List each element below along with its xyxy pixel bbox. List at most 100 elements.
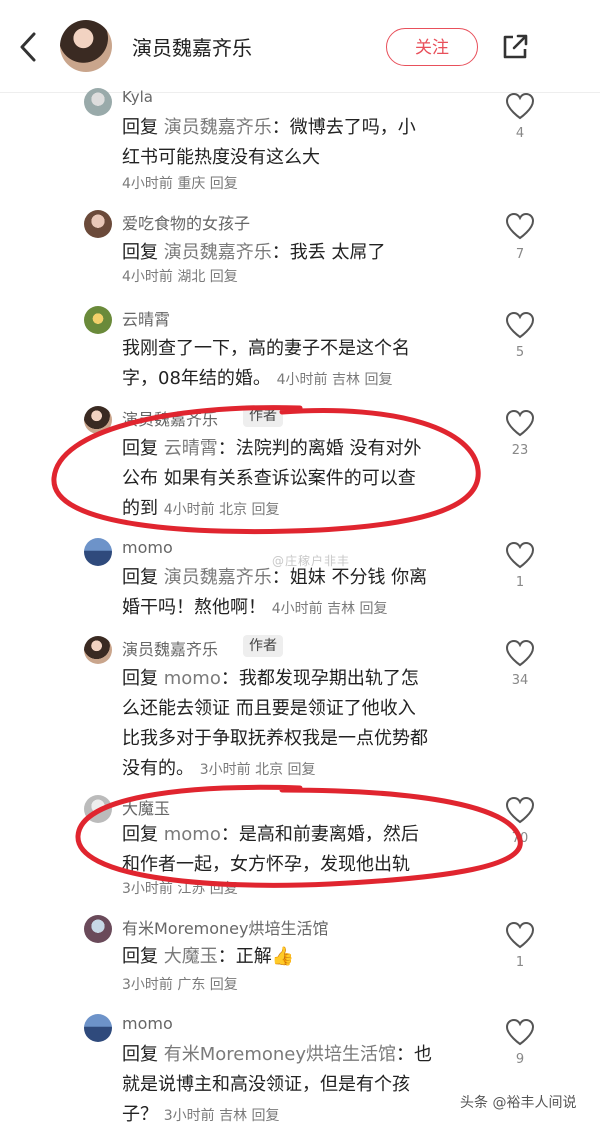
author-avatar[interactable] xyxy=(60,20,112,72)
comment-text: 回复 有米Moremoney烘培生活馆：也 就是说博主和高没领证，但是有个孩 子… xyxy=(122,1040,482,1131)
like-count: 70 xyxy=(511,831,529,846)
like-count: 7 xyxy=(515,247,525,262)
top-bar: 演员魏嘉齐乐 关注 xyxy=(0,0,600,93)
thumbs-up-icon: 👍 xyxy=(271,946,295,967)
reply-target[interactable]: 有米Moremoney烘培生活馆 xyxy=(164,1044,396,1065)
like-count: 1 xyxy=(515,955,525,970)
text-line: ：我丢 太屌了 xyxy=(271,242,386,263)
like-count: 5 xyxy=(515,345,525,360)
comment-text: 回复 momo：我都发现孕期出轨了怎 么还能去领证 而且要是领证了他收入 比我多… xyxy=(122,664,482,785)
follow-button[interactable]: 关注 xyxy=(386,28,478,66)
reply-target[interactable]: 大魔玉 xyxy=(164,946,218,967)
reply-label: 回复 xyxy=(122,117,158,138)
heart-icon[interactable] xyxy=(505,639,535,667)
back-arrow-icon[interactable] xyxy=(14,30,42,64)
reply-label: 回复 xyxy=(122,1044,158,1065)
comment-meta[interactable]: 4小时前 重庆 回复 xyxy=(122,173,238,193)
reply-target[interactable]: momo xyxy=(164,668,221,689)
text-line: 没有的。 xyxy=(122,758,194,779)
commenter-avatar[interactable] xyxy=(84,915,112,943)
author-badge: 作者 xyxy=(243,635,283,657)
reply-label: 回复 xyxy=(122,438,158,459)
heart-icon[interactable] xyxy=(505,921,535,949)
heart-icon[interactable] xyxy=(505,1018,535,1046)
reply-label: 回复 xyxy=(122,668,158,689)
commenter-avatar[interactable] xyxy=(84,538,112,566)
text-line: ：我都发现孕期出轨了怎 xyxy=(220,668,419,689)
commenter-avatar[interactable] xyxy=(84,636,112,664)
text-line: 婚干吗！熬他啊！ xyxy=(122,597,266,618)
commenter-name[interactable]: 云晴霄 xyxy=(122,306,170,330)
comment-meta[interactable]: 3小时前 江苏 回复 xyxy=(122,878,238,898)
text-line: 么还能去领证 而且要是领证了他收入 xyxy=(122,698,416,719)
commenter-name[interactable]: 大魔玉 xyxy=(122,795,170,819)
commenter-avatar[interactable] xyxy=(84,795,112,823)
commenter-name[interactable]: 演员魏嘉齐乐 xyxy=(122,636,218,660)
comment-meta[interactable]: 3小时前 吉林 回复 xyxy=(164,1108,280,1124)
comment-text: 我刚查了一下，高的妻子不是这个名 字，08年结的婚。 4小时前 吉林 回复 xyxy=(122,334,482,395)
reply-target[interactable]: 演员魏嘉齐乐 xyxy=(164,242,272,263)
comment-meta[interactable]: 4小时前 北京 回复 xyxy=(164,502,280,518)
reply-target[interactable]: 演员魏嘉齐乐 xyxy=(164,117,272,138)
like-count: 4 xyxy=(515,126,525,141)
reply-label: 回复 xyxy=(122,824,158,845)
watermark-bottom-right: 头条 @裕丰人间说 xyxy=(460,1095,577,1111)
commenter-name[interactable]: 演员魏嘉齐乐 xyxy=(122,406,218,430)
commenter-name[interactable]: momo xyxy=(122,538,173,557)
commenter-name[interactable]: 有米Moremoney烘培生活馆 xyxy=(122,915,329,939)
heart-icon[interactable] xyxy=(505,409,535,437)
commenter-avatar[interactable] xyxy=(84,306,112,334)
comment-meta[interactable]: 4小时前 湖北 回复 xyxy=(122,266,238,286)
reply-label: 回复 xyxy=(122,242,158,263)
comment-text: 回复 大魔玉：正解👍 xyxy=(122,942,482,972)
text-line: 就是说博主和高没领证，但是有个孩 xyxy=(122,1074,410,1095)
reply-label: 回复 xyxy=(122,946,158,967)
author-name[interactable]: 演员魏嘉齐乐 xyxy=(132,32,252,61)
comment-meta[interactable]: 3小时前 广东 回复 xyxy=(122,974,238,994)
text-line: 和作者一起，女方怀孕，发现他出轨 xyxy=(122,854,410,875)
commenter-avatar[interactable] xyxy=(84,406,112,434)
text-line: ：是高和前妻离婚，然后 xyxy=(220,824,419,845)
text-line: 的到 xyxy=(122,498,158,519)
like-count: 23 xyxy=(511,443,529,458)
text-line: ：法院判的离婚 没有对外 xyxy=(217,438,422,459)
text-line: ：也 xyxy=(396,1044,433,1065)
watermark-center: @庄稼户非丰 xyxy=(272,554,351,568)
text-line: 公布 如果有关系查诉讼案件的可以查 xyxy=(122,468,416,489)
author-badge: 作者 xyxy=(243,405,283,427)
reply-label: 回复 xyxy=(122,567,158,588)
commenter-name[interactable]: 爱吃食物的女孩子 xyxy=(122,210,250,234)
comment-meta[interactable]: 4小时前 吉林 回复 xyxy=(277,372,393,388)
like-count: 34 xyxy=(511,673,529,688)
reply-target[interactable]: 演员魏嘉齐乐 xyxy=(164,567,272,588)
text-line: 红书可能热度没有这么大 xyxy=(122,147,320,168)
text-line: ：微博去了吗，小 xyxy=(271,117,416,138)
comment-text: 回复 演员魏嘉齐乐：微博去了吗，小 红书可能热度没有这么大 xyxy=(122,113,482,173)
commenter-avatar[interactable] xyxy=(84,210,112,238)
comment-meta[interactable]: 4小时前 吉林 回复 xyxy=(272,601,388,617)
commenter-name[interactable]: momo xyxy=(122,1014,173,1033)
reply-target[interactable]: momo xyxy=(164,824,221,845)
heart-icon[interactable] xyxy=(505,311,535,339)
comment-text: 回复 云晴霄：法院判的离婚 没有对外 公布 如果有关系查诉讼案件的可以查 的到 … xyxy=(122,434,482,525)
heart-icon[interactable] xyxy=(505,796,535,824)
reply-target[interactable]: 云晴霄 xyxy=(164,438,218,459)
commenter-avatar[interactable] xyxy=(84,88,112,116)
like-count: 9 xyxy=(515,1052,525,1067)
text-line: ：正解 xyxy=(217,946,272,967)
comment-text: 回复 演员魏嘉齐乐：姐妹 不分钱 你离 婚干吗！熬他啊！ 4小时前 吉林 回复 xyxy=(122,563,482,624)
like-count: 1 xyxy=(515,575,525,590)
heart-icon[interactable] xyxy=(505,92,535,120)
text-line: ：姐妹 不分钱 你离 xyxy=(271,567,428,588)
commenter-name[interactable]: Kyla xyxy=(122,88,153,106)
comment-meta[interactable]: 3小时前 北京 回复 xyxy=(200,762,316,778)
heart-icon[interactable] xyxy=(505,541,535,569)
text-line: 字，08年结的婚。 xyxy=(122,368,271,389)
comment-text: 回复 演员魏嘉齐乐：我丢 太屌了 xyxy=(122,238,482,268)
commenter-avatar[interactable] xyxy=(84,1014,112,1042)
heart-icon[interactable] xyxy=(505,212,535,240)
text-line: 子？ xyxy=(122,1104,158,1125)
text-line: 我刚查了一下，高的妻子不是这个名 xyxy=(122,338,410,359)
text-line: 比我多对于争取抚养权我是一点优势都 xyxy=(122,728,428,749)
share-icon[interactable] xyxy=(500,32,530,62)
